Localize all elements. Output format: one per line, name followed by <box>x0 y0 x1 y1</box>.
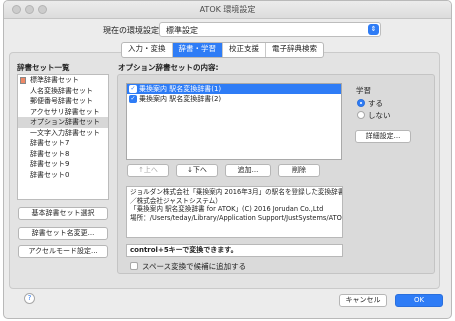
list-item[interactable]: 辞書セット7 <box>18 138 108 149</box>
list-item[interactable]: 郵便番号辞書セット <box>18 96 108 107</box>
list-item-selected[interactable]: オプション辞書セット <box>18 117 108 128</box>
ok-button[interactable]: OK <box>395 294 443 307</box>
add-button[interactable]: 追加... <box>225 164 271 177</box>
move-up-button[interactable]: ↑上へ <box>127 164 169 177</box>
accel-mode-button[interactable]: アクセルモード設定... <box>18 245 108 258</box>
list-item[interactable]: 辞書セット8 <box>18 149 108 160</box>
options-label: オプション辞書セットの内容: <box>118 63 219 72</box>
list-item-label: アクセサリ辞書セット <box>30 107 100 116</box>
list-item[interactable]: 辞書セット0 <box>18 170 108 181</box>
option-dict-list: ✓ 乗換案内 駅名変換辞書(1) ✓ 乗換案内 駅名変換辞書(2) <box>126 83 342 160</box>
rename-dict-set-button[interactable]: 辞書セット名変更... <box>18 227 108 240</box>
window-title: ATOK 環境設定 <box>199 5 256 14</box>
option-row-selected[interactable]: ✓ 乗換案内 駅名変換辞書(1) <box>127 84 341 94</box>
learning-on-radio[interactable] <box>357 99 365 107</box>
description-line: 「乗換案内 駅名変換辞書 for ATOK」(C) 2016 Jorudan C… <box>130 205 324 213</box>
list-item[interactable]: 標準辞書セット <box>18 75 108 86</box>
learning-on-label: する <box>368 99 383 108</box>
list-item-label: 一文字入力辞書セット <box>30 128 100 137</box>
list-item[interactable]: 辞書セット9 <box>18 159 108 170</box>
dictionary-description: ジョルダン株式会社「乗換案内 2016年3月」の駅名を登録した変換辞書です。（制… <box>126 186 343 238</box>
space-conversion-label: スペース変換で候補に追加する <box>142 262 247 271</box>
cancel-button[interactable]: キャンセル <box>339 294 387 307</box>
basic-dict-select-button[interactable]: 基本辞書セット選択 <box>18 207 108 220</box>
list-item-label: 人名変換辞書セット <box>30 86 93 95</box>
tab-input-conversion[interactable]: 入力・変換 <box>122 43 173 57</box>
list-item-label: 辞書セット7 <box>30 139 70 147</box>
dict-list-label: 辞書セット一覧 <box>17 63 70 72</box>
help-button[interactable]: ? <box>24 293 35 304</box>
option-row-label: 乗換案内 駅名変換辞書(1) <box>139 85 222 93</box>
move-down-button[interactable]: ↓下へ <box>176 164 218 177</box>
tab-e-dictionary[interactable]: 電子辞典検索 <box>266 43 323 57</box>
list-item[interactable]: アクセサリ辞書セット <box>18 107 108 118</box>
tab-bar: 入力・変換 辞書・学習 校正支援 電子辞典検索 <box>121 42 324 58</box>
env-select[interactable]: 標準設定 ⇕ <box>159 22 381 37</box>
option-row[interactable]: ✓ 乗換案内 駅名変換辞書(2) <box>127 94 341 104</box>
chevron-updown-icon: ⇕ <box>368 24 379 35</box>
tab-proofreading[interactable]: 校正支援 <box>223 43 266 57</box>
title-bar: ATOK 環境設定 <box>4 1 451 19</box>
checkbox-checked[interactable]: ✓ <box>129 85 137 93</box>
list-item[interactable]: 人名変換辞書セット <box>18 86 108 97</box>
learning-label: 学習 <box>356 86 371 95</box>
description-line: 場所：/Users/teday/Library/Application Supp… <box>130 213 342 222</box>
learning-off-label: しない <box>368 111 391 120</box>
dict-set-list: 標準辞書セット 人名変換辞書セット 郵便番号辞書セット アクセサリ辞書セット オ… <box>17 74 109 200</box>
option-row-label: 乗換案内 駅名変換辞書(2) <box>139 95 222 103</box>
description-line: ジョルダン株式会社「乗換案内 2016年3月」の駅名を登録した変換辞書です。（制… <box>130 188 342 196</box>
tab-dictionary-learning[interactable]: 辞書・学習 <box>172 43 223 57</box>
learning-off-radio[interactable] <box>357 111 365 119</box>
delete-button[interactable]: 削除 <box>278 164 320 177</box>
list-item-label: 辞書セット0 <box>30 170 70 179</box>
dictionary-icon <box>20 77 26 84</box>
list-item-label: オプション辞書セット <box>30 118 100 126</box>
checkbox-checked[interactable]: ✓ <box>129 95 137 103</box>
env-select-value: 標準設定 <box>166 26 198 35</box>
space-conversion-checkbox[interactable] <box>130 262 138 270</box>
list-item-label: 標準辞書セット <box>30 76 79 84</box>
env-label: 現在の環境設定: <box>103 26 162 35</box>
detail-settings-button[interactable]: 詳細設定... <box>355 130 411 143</box>
list-item-label: 辞書セット8 <box>30 149 70 158</box>
shortcut-key-field[interactable]: control+5キーで変換できます。 <box>126 244 343 257</box>
list-item-label: 郵便番号辞書セット <box>30 97 93 105</box>
list-item[interactable]: 一文字入力辞書セット <box>18 128 108 139</box>
description-line: ／株式会社ジャストシステム） <box>130 196 222 205</box>
list-item-label: 辞書セット9 <box>30 160 70 168</box>
